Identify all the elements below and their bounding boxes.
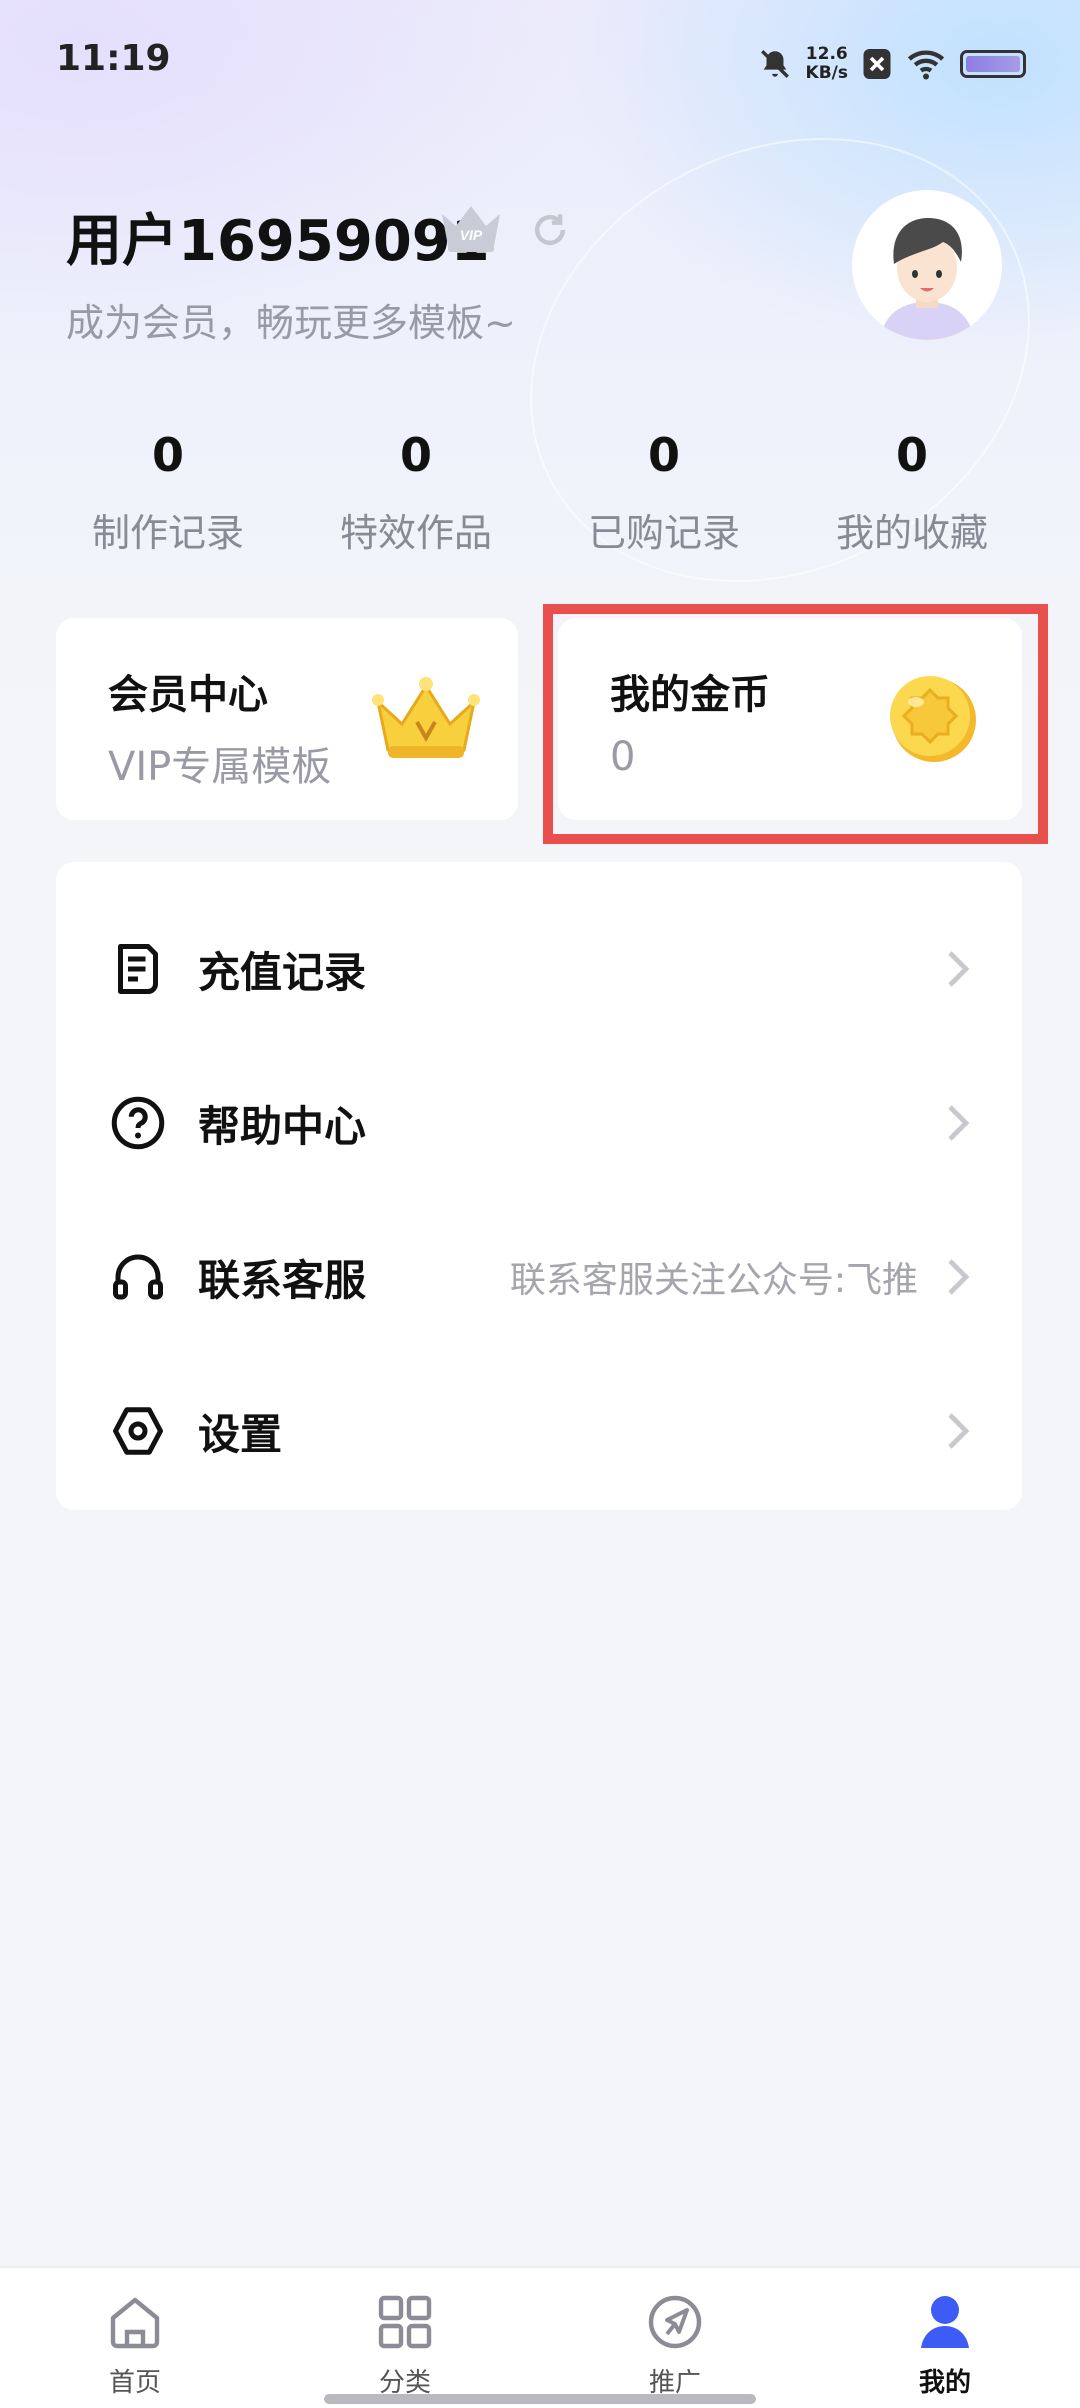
battery-icon (960, 50, 1026, 78)
nav-category[interactable]: 分类 (270, 2268, 540, 2408)
vip-card-subtitle: VIP专属模板 (108, 744, 332, 790)
vip-badge-text: VIP (460, 227, 483, 243)
stat-label: 我的收藏 (835, 511, 988, 555)
receipt-icon (118, 944, 158, 994)
menu-item-contact-service[interactable]: 联系客服 联系客服关注公众号:飞推 (56, 1202, 1022, 1352)
vip-center-card[interactable]: 会员中心 VIP专属模板 (56, 618, 518, 820)
menu-list: 充值记录 帮助中心 联系客服 联系客服关注公众号:飞推 设置 (56, 862, 1022, 1510)
profile-subtitle[interactable]: 成为会员，畅玩更多模板~ (66, 292, 516, 347)
stat-creation-records[interactable]: 0 制作记录 (44, 428, 292, 557)
nav-promote[interactable]: 推广 (540, 2268, 810, 2408)
stat-label: 已购记录 (587, 511, 740, 555)
vip-card-title: 会员中心 (108, 672, 268, 718)
menu-item-settings[interactable]: 设置 (56, 1356, 1022, 1506)
chevron-right-icon (948, 1105, 970, 1141)
crown-icon (372, 677, 480, 758)
avatar-boy-icon (880, 218, 974, 340)
stat-value: 0 (647, 428, 680, 482)
wifi-icon (907, 50, 945, 80)
stat-value: 0 (895, 428, 928, 482)
network-speed: 12.6 KB/s (806, 45, 848, 83)
stat-label: 特效作品 (339, 511, 492, 555)
chevron-right-icon (948, 1413, 970, 1449)
bottom-nav: 首页 分类 推广 我的 (0, 2266, 1080, 2408)
mute-bell-icon (760, 50, 789, 78)
status-bar: 11:19 12.6 KB/s (0, 0, 1080, 120)
stat-my-favorites[interactable]: 0 我的收藏 (788, 428, 1036, 557)
stats-row: 0 制作记录 0 特效作品 0 已购记录 0 我的收藏 (44, 428, 1036, 557)
close-box-icon (863, 49, 891, 79)
chevron-right-icon (948, 951, 970, 987)
nav-label: 我的 (918, 2368, 971, 2398)
settings-hexagon-icon (113, 1407, 163, 1455)
menu-item-help-center[interactable]: 帮助中心 (56, 1048, 1022, 1198)
nav-home[interactable]: 首页 (0, 2268, 270, 2408)
menu-item-label: 充值记录 (198, 947, 367, 997)
menu-item-recharge-records[interactable]: 充值记录 (56, 894, 1022, 1044)
stat-label: 制作记录 (91, 511, 244, 555)
stat-value: 0 (399, 428, 432, 482)
user-icon (921, 2296, 969, 2348)
app-root: 11:19 12.6 KB/s 用户16959091 VIP 成为会员，畅玩更多… (0, 0, 1080, 2408)
home-icon (110, 2297, 160, 2349)
grid-icon (378, 2295, 432, 2349)
vip-crown-icon[interactable]: VIP (436, 200, 506, 256)
menu-item-label: 帮助中心 (198, 1101, 367, 1151)
coins-highlight-box (543, 604, 1048, 844)
stat-value: 0 (151, 428, 184, 482)
stat-effect-works[interactable]: 0 特效作品 (292, 428, 540, 557)
nav-label: 首页 (108, 2368, 161, 2398)
battery-level (966, 56, 1020, 72)
network-speed-value: 12.6 (805, 44, 848, 64)
nav-mine[interactable]: 我的 (810, 2268, 1080, 2408)
network-speed-unit: KB/s (805, 63, 848, 83)
compass-send-icon (648, 2295, 702, 2349)
stat-purchase-records[interactable]: 0 已购记录 (540, 428, 788, 557)
avatar[interactable] (852, 190, 1002, 340)
refresh-icon[interactable] (528, 208, 572, 252)
username: 用户16959091 (66, 209, 490, 274)
status-icons: 12.6 KB/s (758, 42, 1026, 86)
help-circle-icon (111, 1096, 165, 1150)
chevron-right-icon (948, 1259, 970, 1295)
menu-item-extra: 联系客服关注公众号:飞推 (509, 1260, 918, 1301)
home-indicator[interactable] (324, 2394, 756, 2404)
headset-icon (113, 1254, 163, 1300)
menu-item-label: 设置 (198, 1409, 283, 1459)
menu-item-label: 联系客服 (198, 1255, 367, 1305)
status-time: 11:19 (56, 38, 171, 79)
